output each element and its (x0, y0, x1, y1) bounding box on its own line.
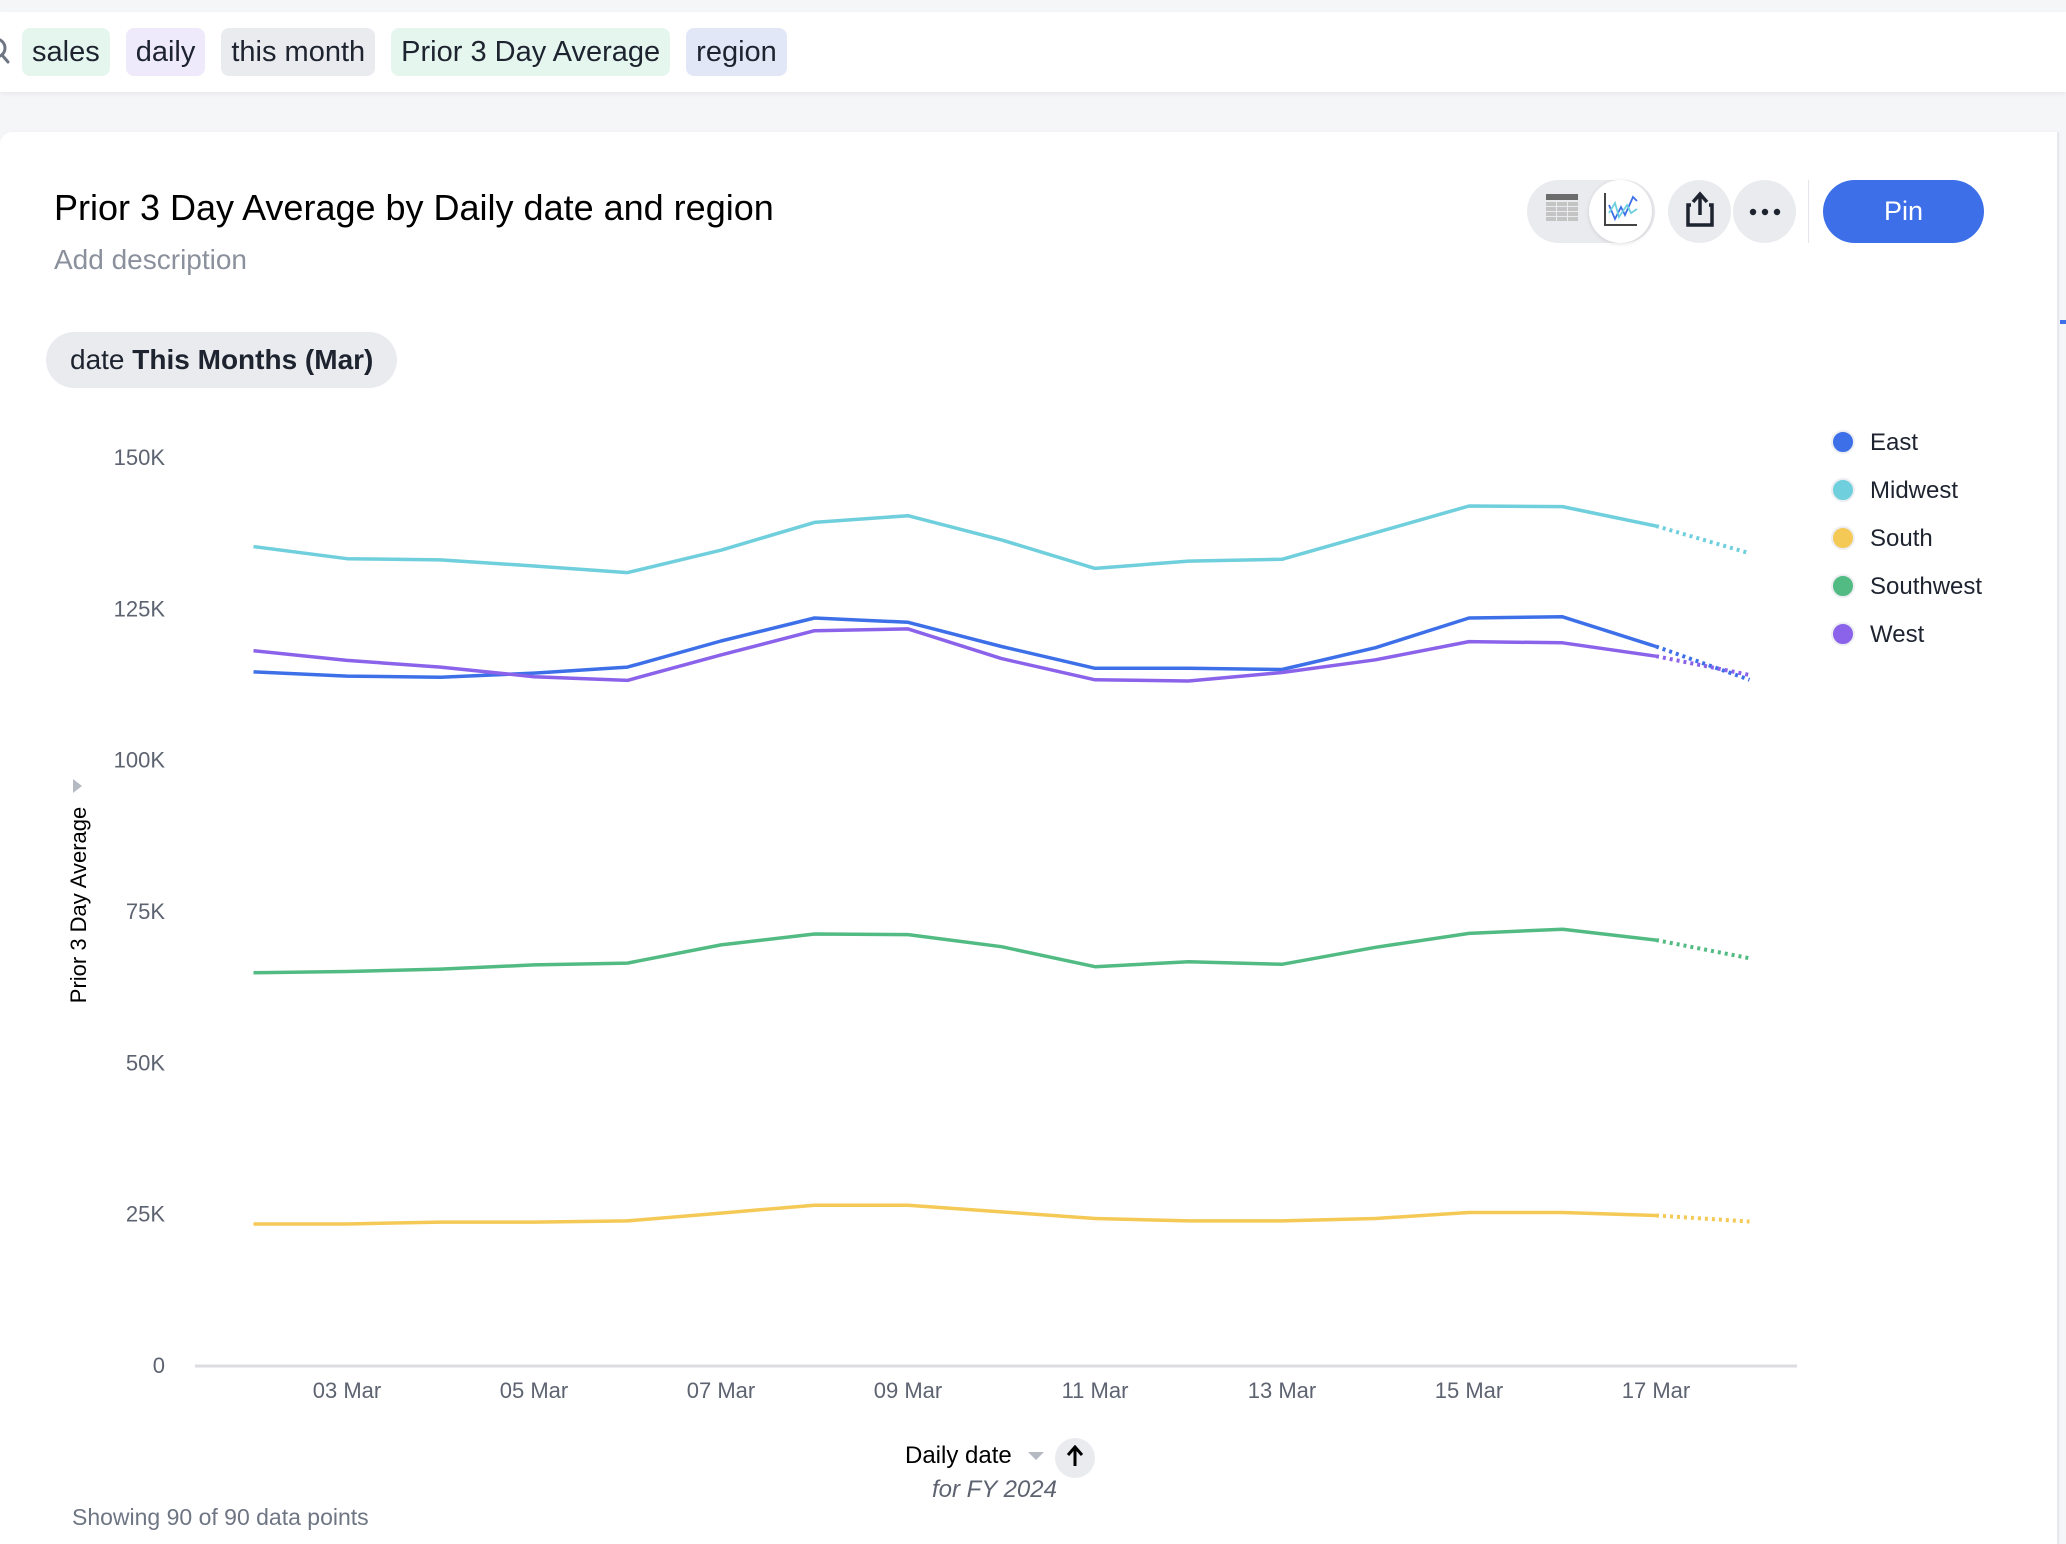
legend-dot (1831, 526, 1855, 550)
series-line-southwest[interactable] (253, 927, 1657, 975)
series-lines (253, 504, 1751, 1226)
x-tick-label: 13 Mar (1248, 1378, 1316, 1403)
legend-dot (1831, 574, 1855, 598)
y-tick-label: 100K (114, 748, 166, 773)
legend-label: Midwest (1870, 477, 1958, 504)
legend-label: East (1870, 429, 1918, 456)
y-tick-label: 25K (126, 1202, 165, 1227)
series-projection-southwest[interactable] (1655, 938, 1750, 961)
legend-item-south[interactable]: South (1831, 525, 1933, 552)
series-line-south[interactable] (253, 1203, 1657, 1226)
x-tick-label: 07 Mar (687, 1378, 755, 1403)
legend-item-east[interactable]: East (1831, 429, 1918, 456)
legend-item-west[interactable]: West (1831, 621, 1925, 648)
series-projection-west[interactable] (1655, 654, 1750, 677)
series-line-west[interactable] (253, 627, 1657, 683)
y-tick-label: 125K (114, 596, 166, 621)
series-line-midwest[interactable] (253, 504, 1657, 575)
legend-label: Southwest (1870, 573, 1982, 600)
x-tick-label: 11 Mar (1062, 1378, 1129, 1403)
x-axis-ticks: 03 Mar 05 Mar 07 Mar 09 Mar 11 Mar 13 Mar 15 M… (313, 1378, 1690, 1403)
series-projection-south[interactable] (1655, 1213, 1750, 1224)
line-chart: 0 25K 50K 75K 100K 125K 150K 03 Mar 05 Mar 07 Ma… (66, 429, 1982, 1403)
y-tick-label: 150K (114, 445, 166, 470)
x-tick-label: 05 Mar (500, 1378, 568, 1403)
y-axis-dropdown-caret[interactable] (73, 779, 82, 793)
y-tick-label: 50K (126, 1050, 165, 1075)
y-tick-label: 0 (153, 1353, 165, 1378)
legend: East Midwest South Southwest West (1831, 429, 1982, 648)
legend-label: South (1870, 525, 1933, 552)
legend-dot (1831, 430, 1855, 454)
legend-label: West (1870, 621, 1925, 648)
y-tick-label: 75K (126, 899, 165, 924)
x-tick-label: 09 Mar (874, 1378, 942, 1403)
x-tick-label: 17 Mar (1622, 1378, 1690, 1403)
y-axis-title-group: Prior 3 Day Average (66, 779, 91, 1003)
x-tick-label: 03 Mar (313, 1378, 381, 1403)
y-axis-title[interactable]: Prior 3 Day Average (66, 807, 91, 1003)
series-projection-midwest[interactable] (1655, 524, 1751, 556)
legend-dot (1831, 478, 1855, 502)
x-tick-label: 15 Mar (1435, 1378, 1503, 1403)
legend-dot (1831, 622, 1855, 646)
y-axis-ticks: 0 25K 50K 75K 100K 125K 150K (114, 445, 166, 1378)
legend-item-southwest[interactable]: Southwest (1831, 573, 1982, 600)
legend-item-midwest[interactable]: Midwest (1831, 477, 1958, 504)
series-projection-east[interactable] (1655, 644, 1751, 682)
